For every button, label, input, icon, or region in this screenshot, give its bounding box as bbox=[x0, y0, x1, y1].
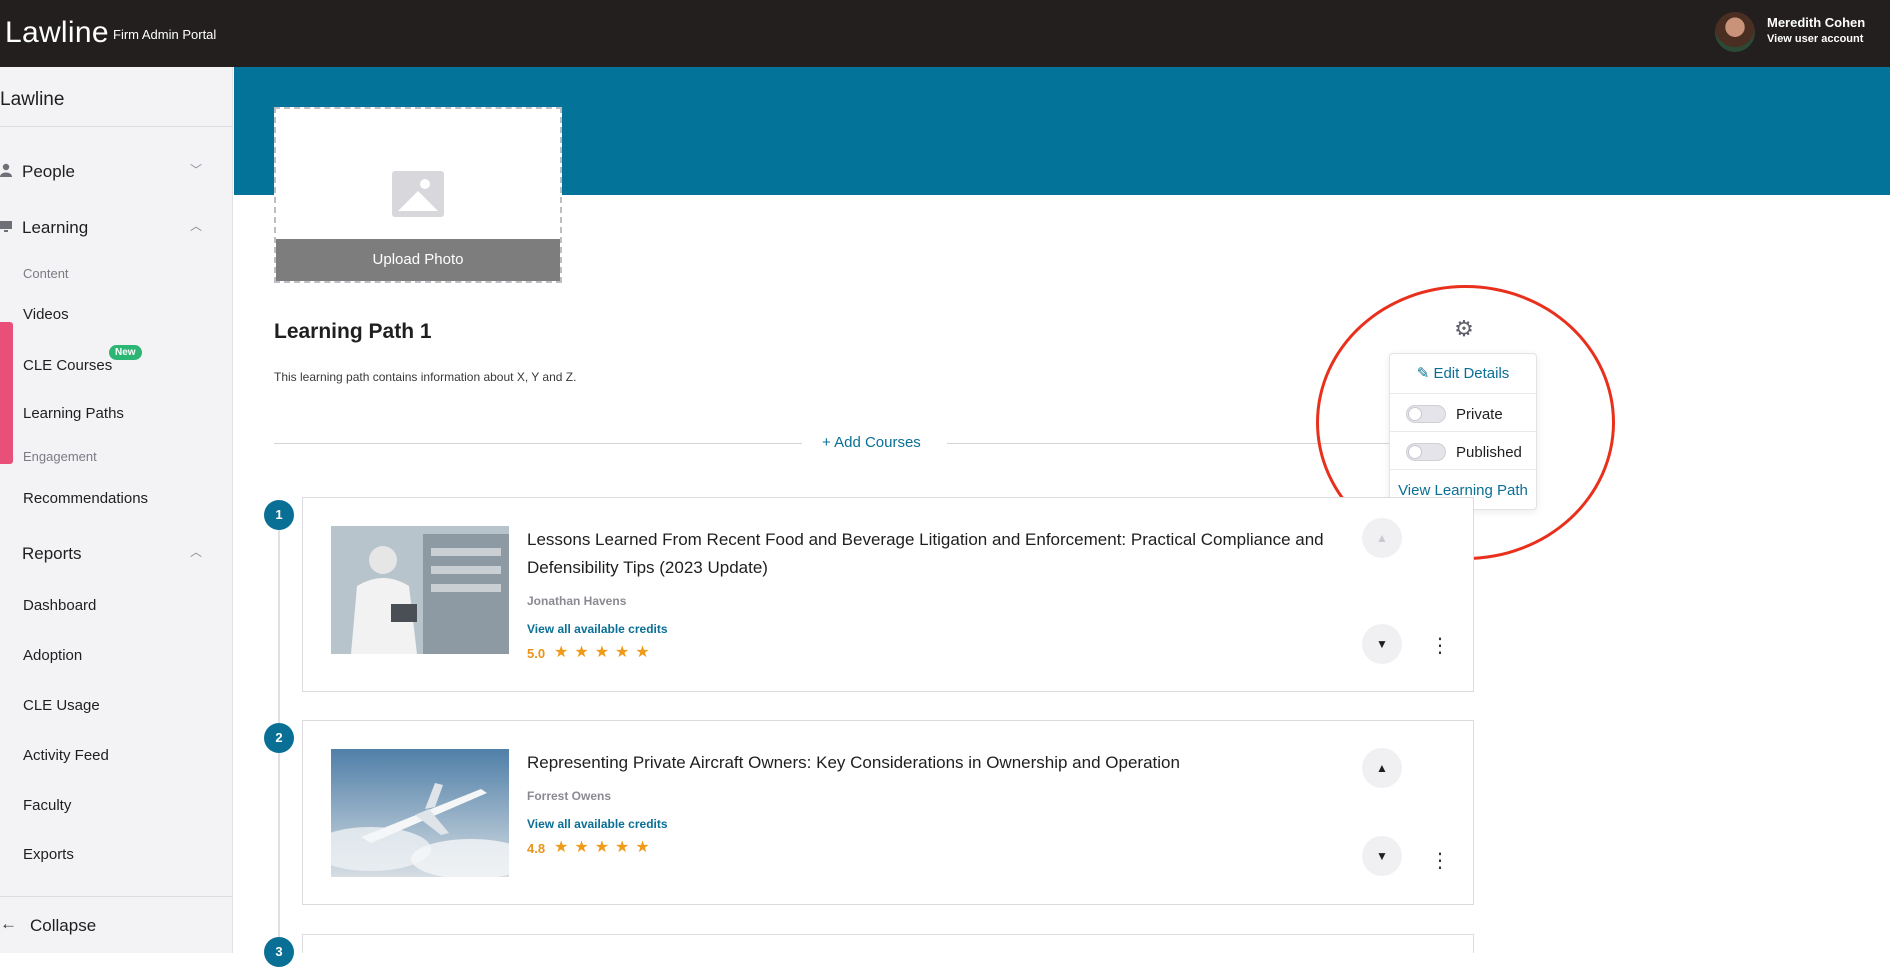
sidebar-title: Lawline bbox=[0, 89, 65, 110]
sidebar-item-label: People bbox=[22, 162, 75, 181]
course-number-badge: 2 bbox=[264, 723, 294, 753]
image-placeholder-icon bbox=[392, 171, 444, 217]
collapse-button[interactable]: ← Collapse bbox=[0, 913, 210, 939]
sidebar: Lawline People ﹀ Learning ︿ Content Vide… bbox=[0, 67, 233, 953]
upload-photo-button[interactable]: Upload Photo bbox=[276, 239, 560, 281]
sidebar-item-recommendations[interactable]: Recommendations bbox=[23, 490, 148, 507]
sidebar-item-learning[interactable]: Learning ︿ bbox=[0, 215, 210, 241]
sidebar-item-activity-feed[interactable]: Activity Feed bbox=[23, 747, 109, 764]
new-badge: New bbox=[109, 345, 142, 360]
view-credits-link[interactable]: View all available credits bbox=[527, 817, 668, 831]
sidebar-item-reports[interactable]: Reports ︿ bbox=[0, 541, 210, 567]
course-author: Forrest Owens bbox=[527, 789, 612, 803]
move-down-button[interactable]: ▼ bbox=[1362, 836, 1402, 876]
course-card: Lessons Learned From Recent Food and Bev… bbox=[302, 497, 1474, 692]
avatar[interactable] bbox=[1715, 12, 1755, 52]
course-rating: 5.0 bbox=[527, 646, 546, 661]
course-number-badge: 3 bbox=[264, 937, 294, 967]
course-title[interactable]: Representing Private Aircraft Owners: Ke… bbox=[527, 749, 1347, 777]
view-user-account-link[interactable]: View user account bbox=[1767, 33, 1863, 45]
chevron-up-icon: ︿ bbox=[190, 219, 203, 233]
arrow-left-icon: ← bbox=[0, 914, 17, 933]
course-author: Jonathan Havens bbox=[527, 594, 627, 608]
sidebar-item-exports[interactable]: Exports bbox=[23, 846, 74, 863]
sidebar-item-learning-paths[interactable]: Learning Paths bbox=[23, 405, 124, 422]
move-up-button[interactable]: ▲ bbox=[1362, 518, 1402, 558]
more-options-icon[interactable]: ⋮ bbox=[1430, 636, 1450, 656]
course-card bbox=[302, 934, 1474, 953]
user-name: Meredith Cohen bbox=[1767, 15, 1866, 30]
chevron-up-icon: ︿ bbox=[190, 545, 203, 559]
sidebar-item-cle-courses[interactable]: CLE Courses bbox=[23, 357, 112, 374]
star-rating-icon: ★★★★★ bbox=[554, 839, 656, 856]
portal-name: Firm Admin Portal bbox=[113, 27, 217, 42]
chevron-down-icon: ﹀ bbox=[190, 163, 203, 177]
move-down-button[interactable]: ▼ bbox=[1362, 624, 1402, 664]
top-bar: Lawline Firm Admin Portal Meredith Cohen… bbox=[0, 0, 1890, 67]
course-number-badge: 1 bbox=[264, 500, 294, 530]
view-credits-link[interactable]: View all available credits bbox=[527, 622, 668, 636]
monitor-icon bbox=[0, 221, 12, 232]
divider-line bbox=[274, 443, 802, 444]
sidebar-divider bbox=[0, 896, 233, 897]
photo-upload-box[interactable]: Upload Photo bbox=[274, 107, 562, 283]
sidebar-divider bbox=[0, 126, 233, 127]
sidebar-item-people[interactable]: People ﹀ bbox=[0, 159, 210, 185]
add-courses-button[interactable]: + Add Courses bbox=[822, 434, 921, 451]
course-title[interactable]: Lessons Learned From Recent Food and Bev… bbox=[527, 526, 1347, 582]
course-thumbnail bbox=[331, 526, 509, 654]
sidebar-item-videos[interactable]: Videos bbox=[23, 306, 69, 323]
page-title: Learning Path 1 bbox=[274, 320, 432, 343]
sidebar-accent-tab bbox=[0, 322, 13, 464]
collapse-label: Collapse bbox=[30, 916, 97, 935]
sidebar-item-label: Learning bbox=[22, 218, 89, 237]
person-icon bbox=[0, 163, 12, 177]
sidebar-group-engagement: Engagement bbox=[23, 449, 97, 464]
brand-logo[interactable]: Lawline bbox=[5, 16, 109, 50]
sidebar-item-label: Reports bbox=[22, 544, 82, 563]
sidebar-item-dashboard[interactable]: Dashboard bbox=[23, 597, 96, 614]
course-rating: 4.8 bbox=[527, 841, 546, 856]
sidebar-item-cle-usage[interactable]: CLE Usage bbox=[23, 697, 100, 714]
sidebar-group-content: Content bbox=[23, 266, 69, 281]
sidebar-item-adoption[interactable]: Adoption bbox=[23, 647, 82, 664]
star-rating-icon: ★★★★★ bbox=[554, 644, 656, 661]
more-options-icon[interactable]: ⋮ bbox=[1430, 851, 1450, 871]
move-up-button[interactable]: ▲ bbox=[1362, 748, 1402, 788]
sidebar-item-faculty[interactable]: Faculty bbox=[23, 797, 71, 814]
course-thumbnail bbox=[331, 749, 509, 877]
course-card: Representing Private Aircraft Owners: Ke… bbox=[302, 720, 1474, 905]
page-description: This learning path contains information … bbox=[274, 370, 577, 384]
